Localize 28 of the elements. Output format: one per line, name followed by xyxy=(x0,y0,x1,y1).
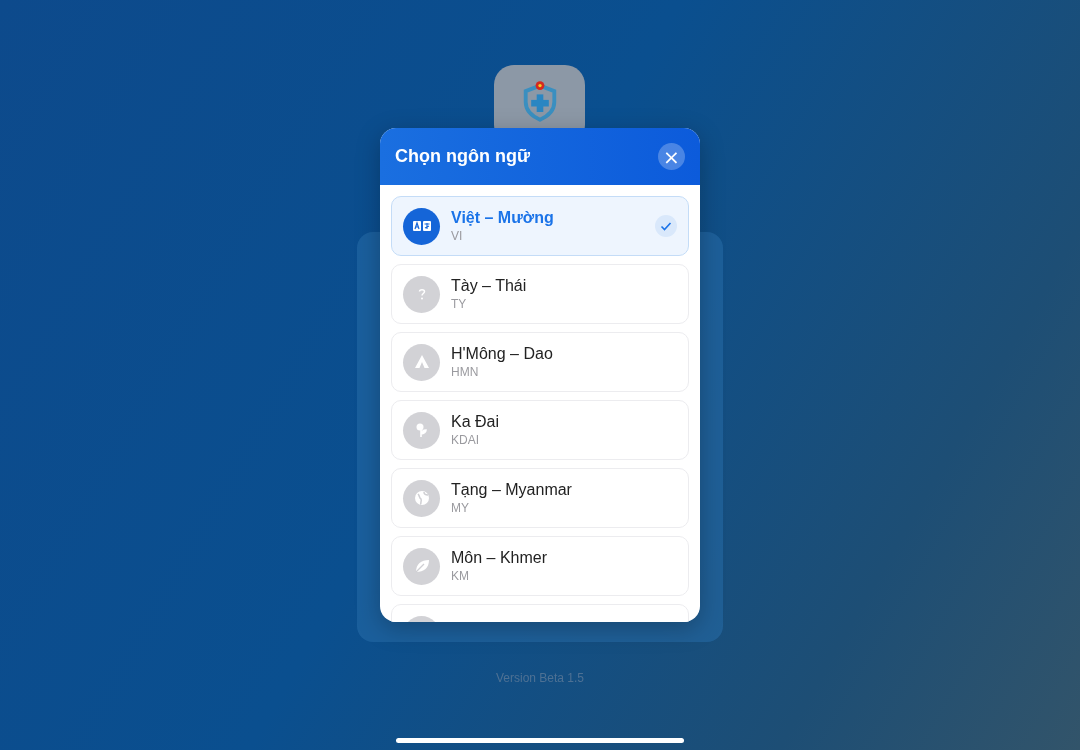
language-option[interactable]: H'Mông – Dao HMN xyxy=(391,332,689,392)
language-name: Môn – Khmer xyxy=(451,549,549,567)
language-option[interactable]: Việt – Mường VI xyxy=(391,196,689,256)
question-icon xyxy=(403,275,440,313)
leaf-icon xyxy=(403,547,440,585)
language-option[interactable]: Môn – Khmer KM xyxy=(391,536,689,596)
close-button[interactable]: × xyxy=(658,143,685,170)
version-label: Version Beta 1.5 xyxy=(494,671,586,685)
globe-icon xyxy=(403,479,440,517)
translate-icon xyxy=(403,207,440,245)
language-name: H'Mông – Dao xyxy=(451,345,554,363)
language-name: Tạng – Myanmar xyxy=(451,481,573,499)
language-option[interactable]: Ka Đai KDAI xyxy=(391,400,689,460)
language-code: TY xyxy=(451,297,468,311)
language-code: VI xyxy=(451,229,464,243)
language-code: KDAI xyxy=(451,433,480,447)
tent-icon xyxy=(403,343,440,381)
dialog-title: Chọn ngôn ngữ xyxy=(395,146,530,167)
language-code: MY xyxy=(451,501,470,515)
language-option[interactable]: Tạng – Myanmar MY xyxy=(391,468,689,528)
language-option[interactable]: Tày – Thái TY xyxy=(391,264,689,324)
flower-icon xyxy=(403,411,440,449)
language-code: KM xyxy=(451,569,470,583)
language-code: HMN xyxy=(451,365,480,379)
language-name: Ka Đai xyxy=(451,413,501,431)
checkmark-icon xyxy=(655,215,677,237)
language-name: Việt – Mường xyxy=(451,209,555,227)
language-name: Tày – Thái xyxy=(451,277,528,295)
